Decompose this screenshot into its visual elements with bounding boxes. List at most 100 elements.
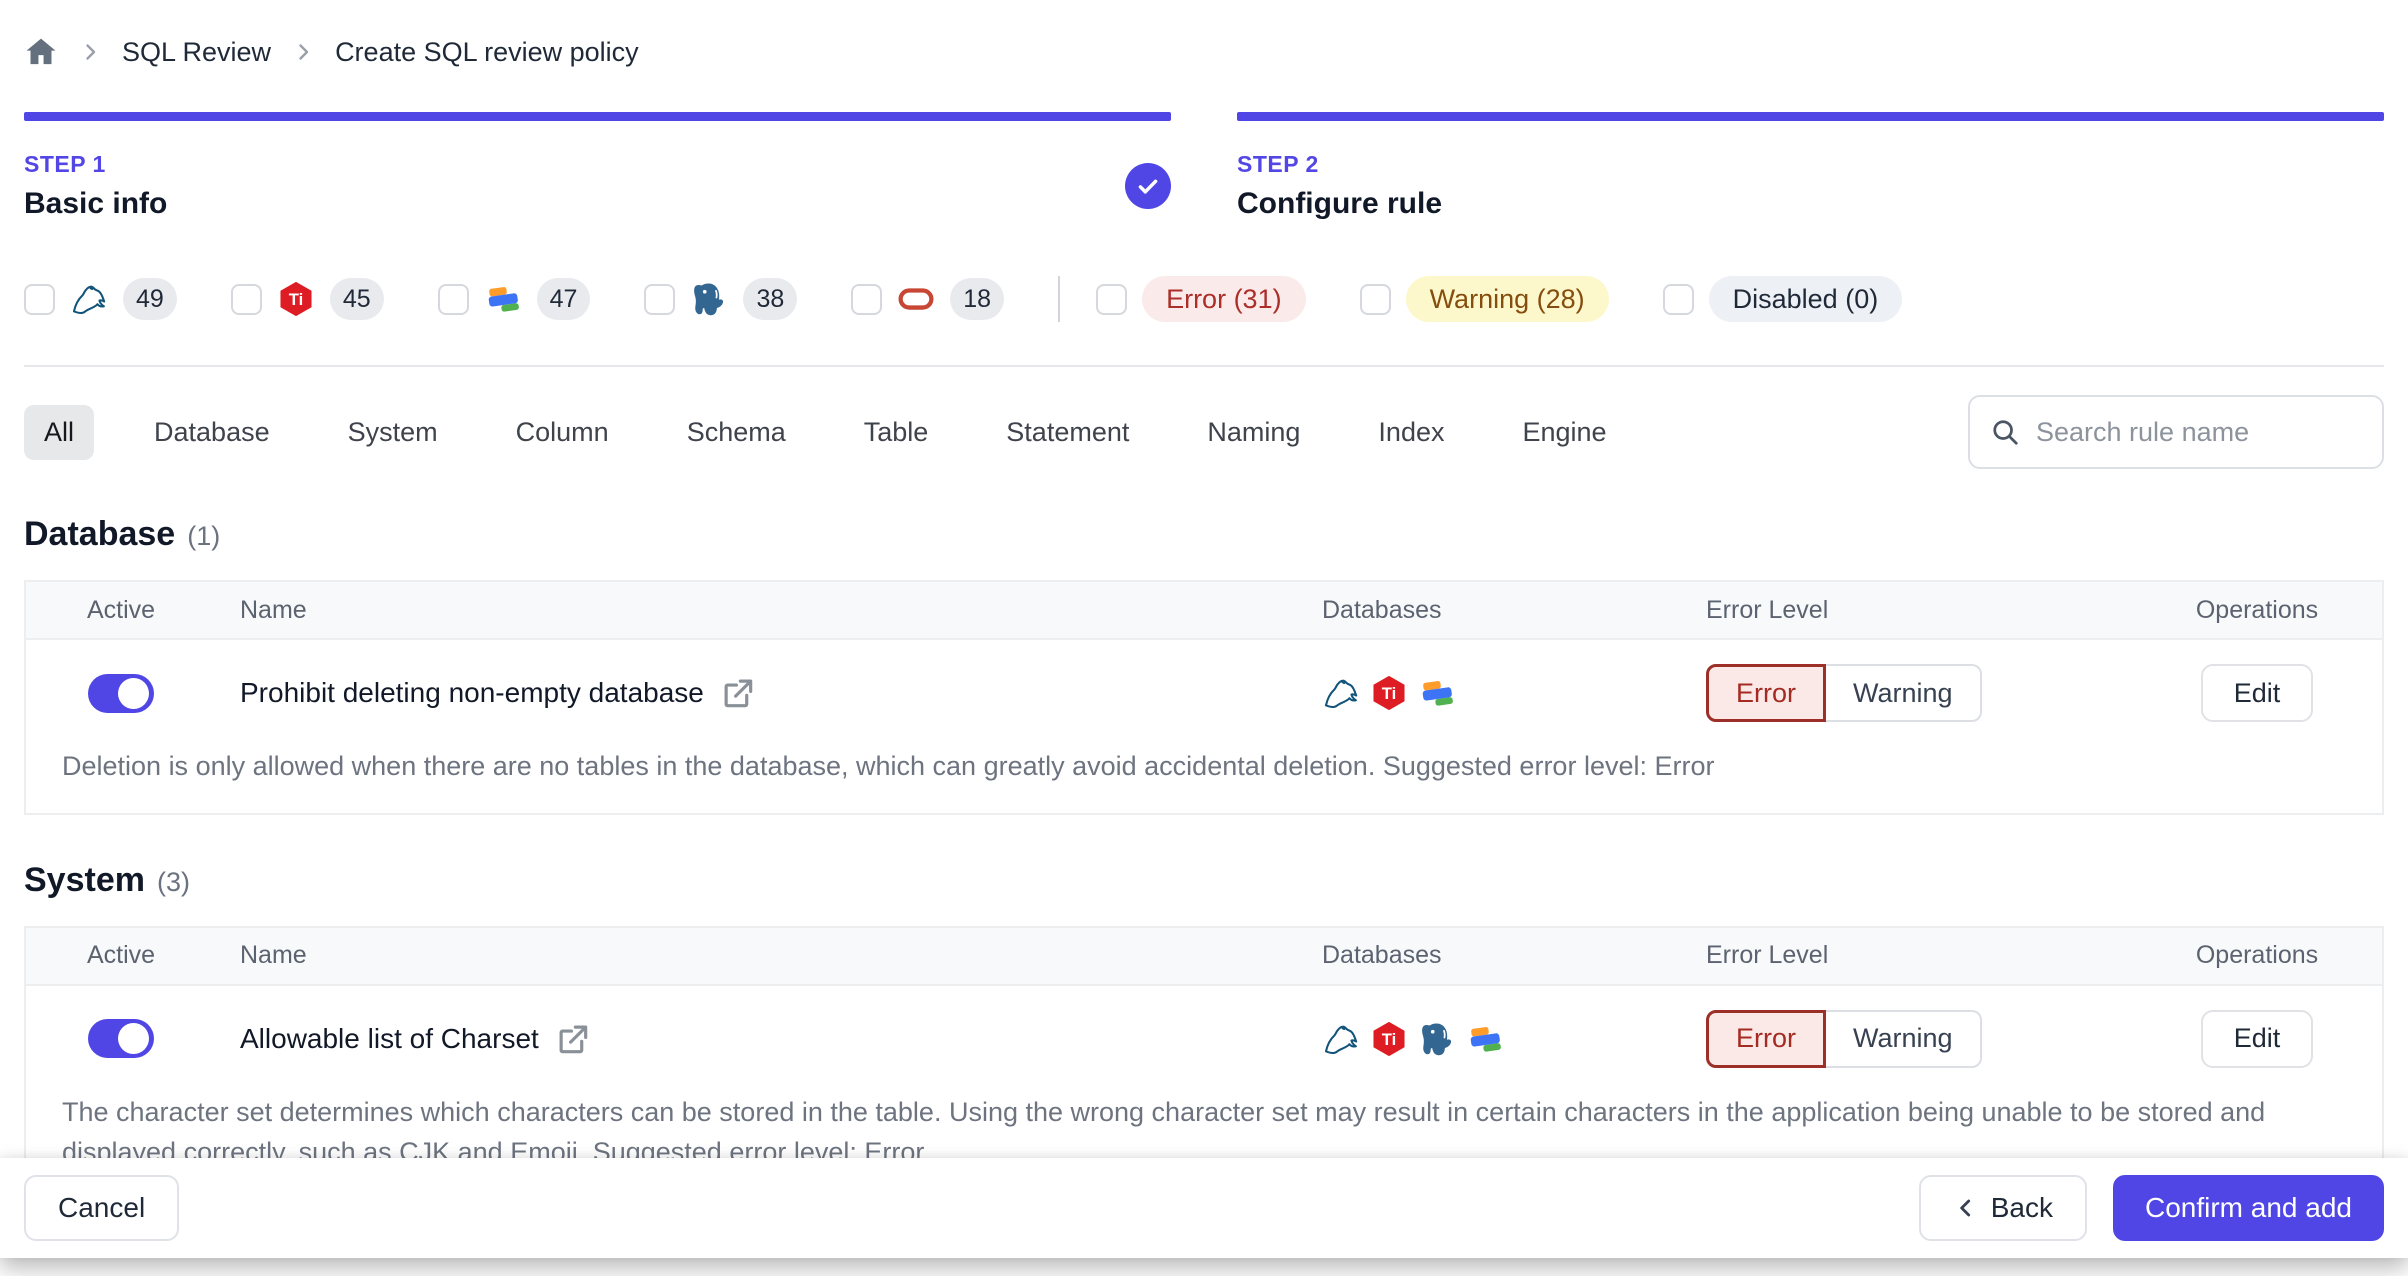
engine-filter-tidb: Ti 45 (230, 278, 384, 320)
active-cell (26, 1019, 216, 1058)
rule-description: Deletion is only allowed when there are … (62, 751, 1715, 781)
step-indicator: STEP 1 Basic info STEP 2 Configure rule (24, 112, 2384, 221)
tab-system[interactable]: System (348, 405, 438, 460)
level-filters: Error (31) Warning (28) Disabled (0) (1096, 276, 1956, 322)
column-header-databases: Databases (1322, 595, 1442, 624)
search-input[interactable] (2036, 416, 2362, 448)
error-level-segmented-control: Error Warning (1706, 1009, 2132, 1068)
rule-row: Prohibit deleting non-empty database Ti Er… (26, 640, 2382, 813)
error-level-warning-button[interactable]: Warning (1826, 1009, 1982, 1068)
level-checkbox-disabled[interactable] (1662, 283, 1694, 315)
chevron-left-icon (1953, 1195, 1979, 1221)
chevron-right-icon (78, 40, 102, 64)
level-pill-disabled: Disabled (0) (1708, 276, 1903, 322)
engine-checkbox-postgresql[interactable] (644, 283, 676, 315)
engine-count-badge: 38 (743, 278, 798, 320)
column-header-error-level: Error Level (1706, 595, 1829, 624)
rule-sections: Database (1) Active Name Databases Error Leve… (24, 515, 2384, 1201)
mysql-icon (1322, 1020, 1360, 1058)
engine-filter-postgresql: 38 (644, 278, 798, 320)
svg-text:Ti: Ti (1382, 1030, 1396, 1049)
tab-index[interactable]: Index (1378, 405, 1444, 460)
error-level-cell: Error Warning (1692, 1009, 2132, 1068)
engine-count-badge: 18 (950, 278, 1005, 320)
active-toggle[interactable] (88, 673, 154, 713)
engine-filters: 49 Ti 45 47 38 18 (24, 278, 1058, 320)
back-button[interactable]: Back (1918, 1175, 2087, 1241)
section-heading-system: System (3) (24, 861, 2384, 900)
tab-schema[interactable]: Schema (687, 405, 786, 460)
tidb-icon: Ti (1370, 1020, 1408, 1058)
rule-table-database: Active Name Databases Error Level Operations… (24, 580, 2384, 815)
section-heading-database: Database (1) (24, 515, 2384, 554)
section-count: (3) (156, 866, 190, 897)
error-level-segmented-control: Error Warning (1706, 664, 2132, 722)
tab-engine[interactable]: Engine (1522, 405, 1606, 460)
filter-divider (1058, 276, 1061, 322)
operations-cell: Edit (2132, 664, 2382, 722)
cancel-button[interactable]: Cancel (24, 1175, 180, 1241)
tabs-list: All Database System Column Schema Table Statem… (24, 404, 1685, 460)
footer-action-bar: Cancel Back Confirm and add (0, 1158, 2408, 1258)
tidb-icon: Ti (1370, 674, 1408, 712)
engine-checkbox-tidb[interactable] (230, 283, 262, 315)
name-cell: Prohibit deleting non-empty database (216, 674, 1292, 712)
tab-naming[interactable]: Naming (1207, 405, 1300, 460)
tab-table[interactable]: Table (864, 405, 929, 460)
confirm-and-add-button[interactable]: Confirm and add (2112, 1175, 2384, 1241)
tab-all[interactable]: All (24, 404, 95, 460)
step-1-progress-bar (24, 112, 1171, 121)
active-toggle[interactable] (88, 1019, 154, 1058)
engine-count-badge: 47 (536, 278, 591, 320)
engine-checkbox-oracle[interactable] (851, 283, 883, 315)
column-header-name: Name (240, 595, 307, 624)
tidb-icon: Ti (277, 280, 315, 318)
column-header-operations: Operations (2195, 941, 2319, 969)
active-cell (26, 673, 216, 713)
tab-statement[interactable]: Statement (1006, 405, 1129, 460)
table-header: Active Name Databases Error Level Operations (26, 582, 2382, 640)
level-pill-error: Error (31) (1142, 276, 1306, 322)
postgresql-icon (1418, 1020, 1456, 1058)
rule-row-main: Allowable list of Charset Ti Error Warning E… (26, 986, 2382, 1078)
postgresql-icon (690, 280, 728, 318)
step-2-progress-bar (1237, 112, 2384, 121)
step-1: STEP 1 Basic info (24, 112, 1171, 221)
error-level-error-button[interactable]: Error (1706, 664, 1826, 722)
engine-filter-oracle: 18 (851, 278, 1005, 320)
step-2: STEP 2 Configure rule (1237, 112, 2384, 221)
breadcrumb-item-sql-review[interactable]: SQL Review (122, 37, 271, 68)
section-title: Database (24, 515, 176, 553)
error-level-error-button[interactable]: Error (1706, 1009, 1826, 1068)
column-header-operations: Operations (2195, 595, 2319, 624)
external-link-icon[interactable] (719, 674, 757, 712)
engine-checkbox-mysql[interactable] (24, 283, 55, 315)
tab-column[interactable]: Column (516, 405, 609, 460)
column-header-active: Active (86, 941, 156, 969)
level-pill-warning: Warning (28) (1405, 276, 1609, 322)
rule-name: Allowable list of Charset (240, 1022, 539, 1054)
level-checkbox-error[interactable] (1096, 283, 1128, 315)
svg-text:Ti: Ti (289, 290, 303, 309)
edit-button[interactable]: Edit (2200, 1009, 2314, 1068)
level-filter-disabled: Disabled (0) (1662, 276, 1903, 322)
name-cell: Allowable list of Charset (216, 1020, 1292, 1058)
step-1-completed-check-icon (1125, 163, 1171, 209)
engine-count-badge: 45 (329, 278, 384, 320)
error-level-cell: Error Warning (1692, 664, 2132, 722)
search-icon (1990, 417, 2020, 447)
external-link-icon[interactable] (554, 1020, 592, 1058)
level-checkbox-warning[interactable] (1359, 283, 1391, 315)
oceanbase-icon (1418, 674, 1456, 712)
column-header-error-level: Error Level (1706, 941, 1829, 969)
engine-checkbox-oceanbase[interactable] (437, 283, 469, 315)
oceanbase-icon (1466, 1020, 1504, 1058)
edit-button[interactable]: Edit (2200, 664, 2314, 722)
databases-cell: Ti (1292, 1020, 1692, 1058)
home-icon[interactable] (24, 35, 58, 69)
tab-database[interactable]: Database (154, 405, 270, 460)
error-level-warning-button[interactable]: Warning (1826, 664, 1982, 722)
section-count: (1) (187, 521, 221, 551)
level-filter-warning: Warning (28) (1359, 276, 1609, 322)
step-1-label: STEP 1 (24, 151, 106, 177)
